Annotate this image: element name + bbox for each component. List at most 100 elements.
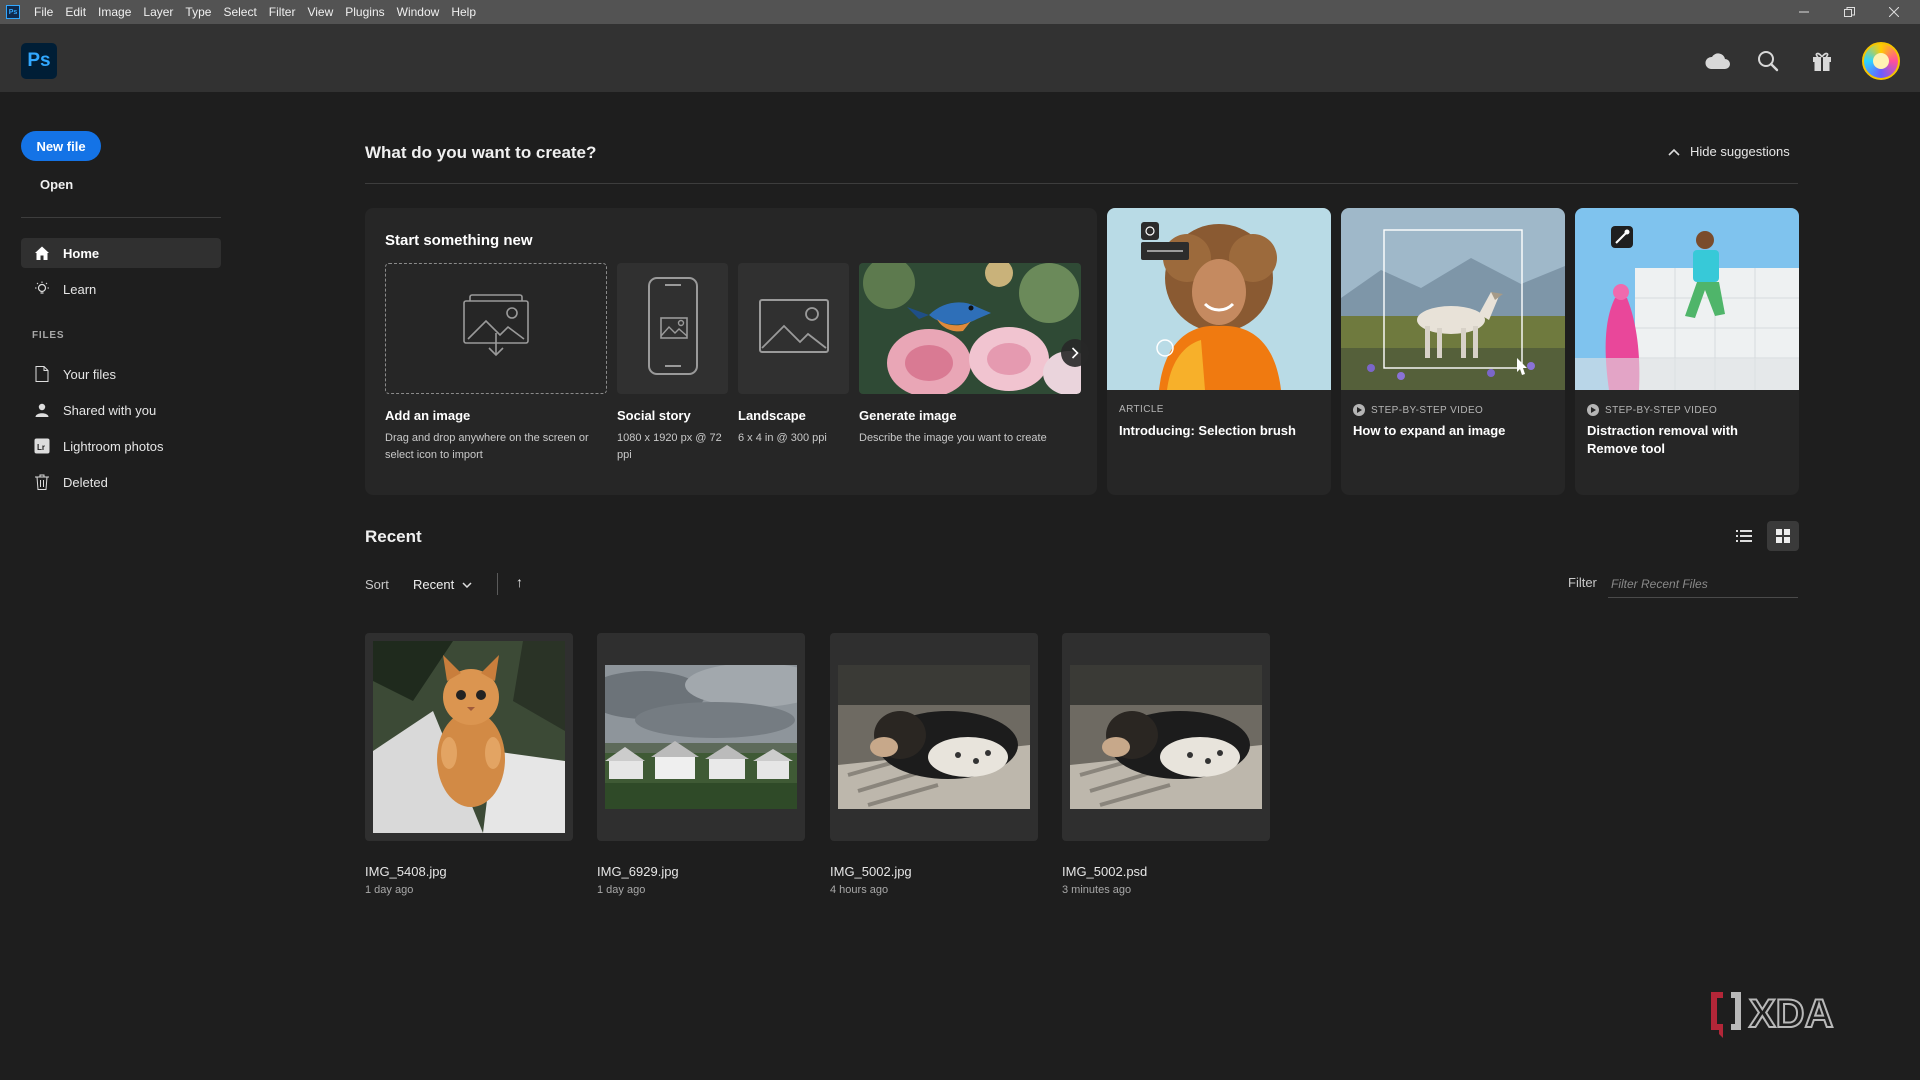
app-header: Ps: [0, 24, 1920, 92]
sidebar-item-learn[interactable]: Learn: [21, 274, 221, 304]
section-divider: [365, 183, 1798, 184]
home-icon: [33, 244, 51, 262]
social-story-desc: 1080 x 1920 px @ 72 ppi: [617, 432, 722, 461]
lightroom-icon: Lr: [33, 437, 51, 455]
suggestion-kicker: STEP-BY-STEP VIDEO: [1587, 404, 1717, 416]
suggestion-card-selection-brush[interactable]: ARTICLE Introducing: Selection brush: [1107, 208, 1331, 495]
sidebar-item-label: Your files: [63, 366, 116, 382]
generate-image-tile[interactable]: [859, 263, 1081, 394]
kicker-text: STEP-BY-STEP VIDEO: [1605, 404, 1718, 416]
gift-icon[interactable]: [1807, 46, 1837, 76]
trash-icon: [33, 473, 51, 491]
xda-watermark: XDA: [1709, 986, 1889, 1042]
add-image-tile[interactable]: [385, 263, 607, 394]
start-something-new-panel: Start something new Add an image Drag an…: [365, 208, 1097, 495]
menu-bar: Ps File Edit Image Layer Type Select Fil…: [0, 0, 1920, 24]
file-time: 3 minutes ago: [1062, 884, 1132, 896]
photoshop-logo[interactable]: Ps: [21, 43, 57, 79]
kitten-thumbnail: [373, 641, 565, 833]
sidebar-item-label: Lightroom photos: [63, 438, 164, 454]
list-view-icon[interactable]: [1728, 521, 1760, 551]
menu-view[interactable]: View: [303, 5, 341, 19]
suggestion-kicker: ARTICLE: [1119, 404, 1164, 415]
landscape-tile[interactable]: [738, 263, 849, 394]
landscape-desc: 6 x 4 in @ 300 ppi: [738, 432, 827, 444]
menu-image[interactable]: Image: [94, 5, 139, 19]
menu-file[interactable]: File: [30, 5, 61, 19]
landscape-title: Landscape: [738, 408, 806, 423]
sidebar-item-home[interactable]: Home: [21, 238, 221, 268]
hide-suggestions-button[interactable]: Hide suggestions: [1668, 144, 1790, 159]
page-title: What do you want to create?: [365, 143, 597, 162]
sort-direction-button[interactable]: ↑: [516, 574, 523, 590]
generate-image-desc: Describe the image you want to create: [859, 432, 1047, 444]
sidebar-item-label: Shared with you: [63, 402, 157, 418]
recent-file-card[interactable]: [597, 633, 805, 841]
recent-file-card[interactable]: [365, 633, 573, 841]
sidebar-item-label: Learn: [63, 281, 97, 297]
import-image-icon: [460, 293, 532, 364]
kicker-text: ARTICLE: [1119, 404, 1164, 415]
suggestion-title: Introducing: Selection brush: [1119, 423, 1296, 438]
sort-value: Recent: [413, 577, 455, 592]
suggestion-kicker: STEP-BY-STEP VIDEO: [1353, 404, 1483, 416]
suggestion-title: How to expand an image: [1353, 423, 1506, 438]
sidebar-item-label: Deleted: [63, 474, 108, 490]
sidebar-item-label: Home: [63, 245, 100, 261]
search-icon[interactable]: [1753, 46, 1783, 76]
suggestion-card-remove-tool[interactable]: STEP-BY-STEP VIDEO Distraction removal w…: [1575, 208, 1799, 495]
menu-plugins[interactable]: Plugins: [341, 5, 392, 19]
open-button[interactable]: Open: [40, 177, 73, 192]
menu-layer[interactable]: Layer: [139, 5, 181, 19]
file-name[interactable]: IMG_6929.jpg: [597, 864, 679, 879]
sidebar-item-deleted[interactable]: Deleted: [21, 467, 221, 497]
social-story-tile[interactable]: [617, 263, 728, 394]
recent-file-card[interactable]: [830, 633, 1038, 841]
generate-image-title: Generate image: [859, 408, 957, 423]
sort-label: Sort: [365, 577, 389, 592]
file-name[interactable]: IMG_5408.jpg: [365, 864, 447, 879]
close-icon[interactable]: [1872, 0, 1916, 24]
menu-help[interactable]: Help: [447, 5, 484, 19]
file-name[interactable]: IMG_5002.psd: [1062, 864, 1147, 879]
play-icon: [1587, 404, 1599, 416]
menu-select[interactable]: Select: [219, 5, 264, 19]
file-icon: [33, 365, 51, 383]
new-file-button[interactable]: New file: [21, 131, 101, 161]
file-time: 1 day ago: [597, 884, 646, 896]
phone-icon: [647, 276, 699, 381]
file-time: 1 day ago: [365, 884, 414, 896]
dog-jpg-thumbnail: [838, 665, 1030, 809]
minimize-icon[interactable]: [1782, 0, 1826, 24]
add-image-desc: Drag and drop anywhere on the screen or …: [385, 432, 589, 461]
menu-type[interactable]: Type: [181, 5, 219, 19]
file-name[interactable]: IMG_5002.jpg: [830, 864, 912, 879]
remove-tool-thumbnail: [1575, 208, 1799, 390]
sidebar-item-lightroom[interactable]: Lr Lightroom photos: [21, 431, 221, 461]
restore-icon[interactable]: [1827, 0, 1871, 24]
sidebar-item-shared[interactable]: Shared with you: [21, 395, 221, 425]
files-heading: FILES: [32, 330, 65, 341]
menu-window[interactable]: Window: [393, 5, 448, 19]
chevron-right-icon[interactable]: [1061, 339, 1089, 367]
suggestion-title: Distraction removal with Remove tool: [1587, 423, 1738, 456]
cloudy-town-thumbnail: [605, 665, 797, 809]
add-image-title: Add an image: [385, 408, 471, 423]
hide-suggestions-label: Hide suggestions: [1690, 144, 1790, 159]
sidebar-item-your-files[interactable]: Your files: [21, 359, 221, 389]
landscape-image-icon: [758, 298, 830, 359]
app-mini-icon: Ps: [6, 5, 20, 19]
recent-file-card[interactable]: [1062, 633, 1270, 841]
grid-view-icon[interactable]: [1767, 521, 1799, 551]
recent-heading: Recent: [365, 527, 422, 546]
file-time: 4 hours ago: [830, 884, 889, 896]
selection-brush-thumbnail: [1107, 208, 1331, 390]
avatar[interactable]: [1862, 42, 1900, 80]
cloud-icon[interactable]: [1703, 46, 1733, 76]
menu-edit[interactable]: Edit: [61, 5, 94, 19]
suggestion-card-expand-image[interactable]: STEP-BY-STEP VIDEO How to expand an imag…: [1341, 208, 1565, 495]
menu-filter[interactable]: Filter: [265, 5, 304, 19]
sort-dropdown[interactable]: Recent: [413, 577, 472, 592]
dog-psd-thumbnail: [1070, 665, 1262, 809]
filter-input[interactable]: [1608, 570, 1798, 598]
